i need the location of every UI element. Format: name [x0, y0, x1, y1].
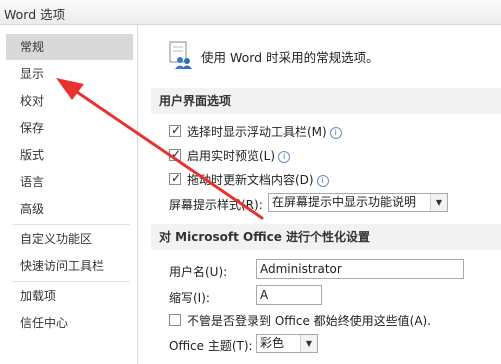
- info-icon[interactable]: i: [329, 126, 342, 139]
- sidebar-item-advanced[interactable]: 高级: [6, 196, 133, 222]
- checkmark-icon: ✓: [171, 171, 182, 185]
- username-input[interactable]: Administrator: [256, 259, 464, 279]
- options-sidebar: 常规 显示 校对 保存 版式 语言 高级 自定义功能区 快速访问工具栏 加载项 …: [0, 25, 138, 364]
- floating-toolbar-checkbox[interactable]: ✓: [169, 123, 182, 137]
- sidebar-item-display[interactable]: 显示: [6, 61, 133, 87]
- sidebar-item-general[interactable]: 常规: [6, 34, 133, 60]
- screentip-style-label: 屏幕提示样式(R):: [169, 198, 263, 212]
- window-title: Word 选项: [4, 7, 66, 22]
- title-bar: Word 选项: [0, 0, 501, 25]
- live-preview-checkbox[interactable]: ✓: [169, 147, 182, 161]
- update-on-drag-label: 拖动时更新文档内容(D) i: [187, 171, 329, 188]
- sidebar-item-add-ins[interactable]: 加载项: [6, 283, 133, 309]
- general-options-icon: [169, 41, 192, 69]
- sidebar-item-language[interactable]: 语言: [6, 169, 133, 195]
- checkmark-icon: ✓: [171, 123, 182, 137]
- office-theme-select[interactable]: 彩色 ▼: [256, 334, 318, 353]
- sidebar-item-trust-center[interactable]: 信任中心: [6, 310, 133, 336]
- sidebar-item-layout[interactable]: 版式: [6, 142, 133, 168]
- sidebar-divider: [12, 281, 130, 282]
- panel-intro-text: 使用 Word 时采用的常规选项。: [201, 50, 379, 65]
- always-use-values-checkbox[interactable]: [169, 314, 181, 326]
- chevron-down-icon: ▼: [300, 335, 317, 352]
- sidebar-item-quick-access-toolbar[interactable]: 快速访问工具栏: [6, 253, 133, 279]
- info-icon[interactable]: i: [278, 150, 291, 163]
- initials-input[interactable]: A: [256, 285, 322, 305]
- sidebar-item-proofing[interactable]: 校对: [6, 88, 133, 114]
- info-icon[interactable]: i: [316, 174, 329, 187]
- username-label: 用户名(U):: [169, 265, 228, 279]
- ui-options-header: 用户界面选项: [151, 88, 501, 114]
- checkmark-icon: ✓: [171, 147, 182, 161]
- live-preview-label: 启用实时预览(L) i: [187, 147, 291, 164]
- sidebar-item-save[interactable]: 保存: [6, 115, 133, 141]
- initials-label: 缩写(I):: [169, 291, 210, 305]
- sidebar-item-customize-ribbon[interactable]: 自定义功能区: [6, 226, 133, 252]
- general-options-panel: 使用 Word 时采用的常规选项。 用户界面选项 ✓ 选择时显示浮动工具栏(M)…: [141, 25, 501, 364]
- update-on-drag-checkbox[interactable]: ✓: [169, 171, 182, 185]
- always-use-values-label: 不管是否登录到 Office 都始终使用这些值(A).: [187, 314, 432, 328]
- floating-toolbar-label: 选择时显示浮动工具栏(M) i: [187, 123, 342, 140]
- sidebar-divider: [12, 224, 130, 225]
- office-theme-label: Office 主题(T):: [169, 339, 253, 353]
- personalize-header: 对 Microsoft Office 进行个性化设置: [151, 224, 501, 250]
- screentip-style-select[interactable]: 在屏幕提示中显示功能说明 ▼: [268, 193, 448, 212]
- chevron-down-icon: ▼: [430, 194, 447, 211]
